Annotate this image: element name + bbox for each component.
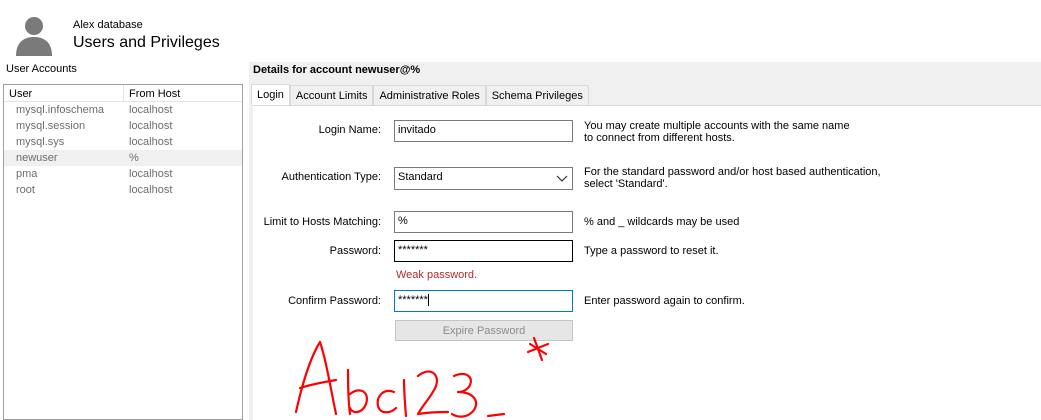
account-host: % — [129, 152, 139, 164]
confirm-password-input[interactable]: ******* — [394, 290, 573, 312]
login-name-label: Login Name: — [318, 124, 381, 136]
login-name-help-line-1: You may create multiple accounts with th… — [584, 120, 850, 132]
auth-type-help-line-1: For the standard password and/or host ba… — [584, 166, 881, 178]
login-name-help: You may create multiple accounts with th… — [584, 120, 850, 144]
header: Alex database Users and Privileges — [0, 0, 1041, 62]
weak-password-warning: Weak password. — [396, 269, 478, 281]
account-user: pma — [16, 168, 38, 180]
column-header-user[interactable]: User — [4, 85, 124, 101]
hosts-help: % and _ wildcards may be used — [584, 216, 740, 228]
table-row-selected[interactable]: newuser % — [4, 150, 242, 166]
confirm-password-help: Enter password again to confirm. — [584, 295, 745, 307]
table-row[interactable]: mysql.sys localhost — [4, 134, 242, 150]
tab-administrative-roles[interactable]: Administrative Roles — [373, 85, 486, 105]
tab-login[interactable]: Login — [251, 84, 290, 105]
database-name: Alex database — [73, 19, 143, 31]
hosts-input[interactable]: % — [394, 211, 573, 233]
chevron-down-icon — [556, 175, 568, 182]
login-name-input[interactable]: invitado — [394, 120, 573, 142]
tab-account-limits[interactable]: Account Limits — [289, 85, 374, 105]
page-title: Users and Privileges — [73, 34, 220, 51]
account-user: mysql.session — [16, 120, 86, 132]
account-user: root — [16, 184, 35, 196]
text-caret — [427, 294, 429, 307]
password-input[interactable]: ******* — [394, 240, 573, 262]
account-user: mysql.sys — [16, 136, 65, 148]
auth-type-select[interactable]: Standard — [394, 167, 573, 190]
details-tabs: Login Account Limits Administrative Role… — [251, 84, 589, 105]
handwritten-annotation — [294, 336, 550, 418]
auth-type-label: Authentication Type: — [281, 171, 381, 183]
confirm-password-value: ******* — [398, 294, 428, 306]
user-accounts-title: User Accounts — [6, 63, 77, 75]
details-title: Details for account newuser@% — [253, 64, 421, 76]
hosts-label: Limit to Hosts Matching: — [263, 216, 381, 228]
auth-type-help-line-2: select 'Standard'. — [584, 178, 668, 190]
account-user: mysql.infoschema — [16, 104, 105, 116]
auth-type-help: For the standard password and/or host ba… — [584, 166, 881, 190]
auth-type-value: Standard — [398, 171, 443, 183]
user-silhouette-icon — [16, 17, 52, 56]
login-name-help-line-2: to connect from different hosts. — [584, 132, 735, 144]
table-row[interactable]: mysql.infoschema localhost — [4, 102, 242, 118]
accounts-table-header: User From Host — [4, 85, 242, 102]
account-user: newuser — [16, 152, 58, 164]
column-header-from-host[interactable]: From Host — [124, 85, 242, 101]
account-host: localhost — [129, 184, 173, 196]
account-host: localhost — [129, 136, 173, 148]
confirm-password-label: Confirm Password: — [288, 295, 381, 307]
table-row[interactable]: root localhost — [4, 182, 242, 198]
password-label: Password: — [329, 245, 381, 257]
tab-schema-privileges[interactable]: Schema Privileges — [485, 85, 589, 105]
account-host: localhost — [129, 104, 173, 116]
password-help: Type a password to reset it. — [584, 245, 719, 257]
